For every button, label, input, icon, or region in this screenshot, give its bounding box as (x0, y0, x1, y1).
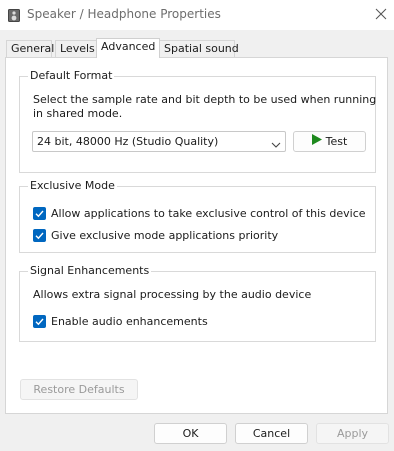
default-format-heading: Default Format (28, 69, 115, 83)
format-dropdown-value: 24 bit, 48000 Hz (Studio Quality) (37, 135, 219, 148)
exclusive-priority-label: Give exclusive mode applications priorit… (51, 229, 279, 242)
close-icon[interactable] (371, 5, 391, 25)
apply-button[interactable]: Apply (316, 423, 389, 444)
signal-enhancements-group: Signal Enhancements Allows extra signal … (19, 264, 376, 342)
play-icon (311, 132, 322, 151)
signal-enhancements-heading: Signal Enhancements (28, 264, 152, 278)
exclusive-priority-checkbox[interactable] (33, 229, 46, 242)
default-format-description-line1: Select the sample rate and bit depth to … (33, 93, 377, 106)
test-button[interactable]: Test (293, 131, 366, 152)
tab-general[interactable]: General (6, 40, 54, 57)
enable-audio-enhancements-checkbox[interactable] (33, 315, 46, 328)
test-button-label: Test (325, 135, 348, 148)
enable-audio-enhancements-label: Enable audio enhancements (51, 315, 208, 328)
tab-spatial-sound[interactable]: Spatial sound (159, 40, 239, 57)
speaker-icon (8, 9, 20, 25)
signal-enhancements-description: Allows extra signal processing by the au… (33, 288, 312, 301)
title-bar: Speaker / Headphone Properties (0, 0, 394, 30)
tab-advanced[interactable]: Advanced (96, 38, 160, 58)
exclusive-mode-heading: Exclusive Mode (28, 179, 117, 193)
default-format-group: Default Format Select the sample rate an… (19, 69, 377, 173)
exclusive-mode-group: Exclusive Mode Allow applications to tak… (19, 179, 376, 253)
advanced-panel: Default Format Select the sample rate an… (5, 57, 388, 414)
allow-exclusive-control-checkbox[interactable] (33, 207, 46, 220)
ok-button[interactable]: OK (154, 423, 227, 444)
restore-defaults-button[interactable]: Restore Defaults (20, 379, 138, 400)
tab-levels[interactable]: Levels (55, 40, 97, 57)
default-format-description-line2: in shared mode. (33, 107, 123, 120)
cancel-button[interactable]: Cancel (235, 423, 308, 444)
allow-exclusive-control-label: Allow applications to take exclusive con… (51, 207, 366, 220)
chevron-down-icon (271, 138, 281, 151)
window-title: Speaker / Headphone Properties (27, 7, 221, 21)
format-dropdown[interactable]: 24 bit, 48000 Hz (Studio Quality) (32, 131, 286, 152)
